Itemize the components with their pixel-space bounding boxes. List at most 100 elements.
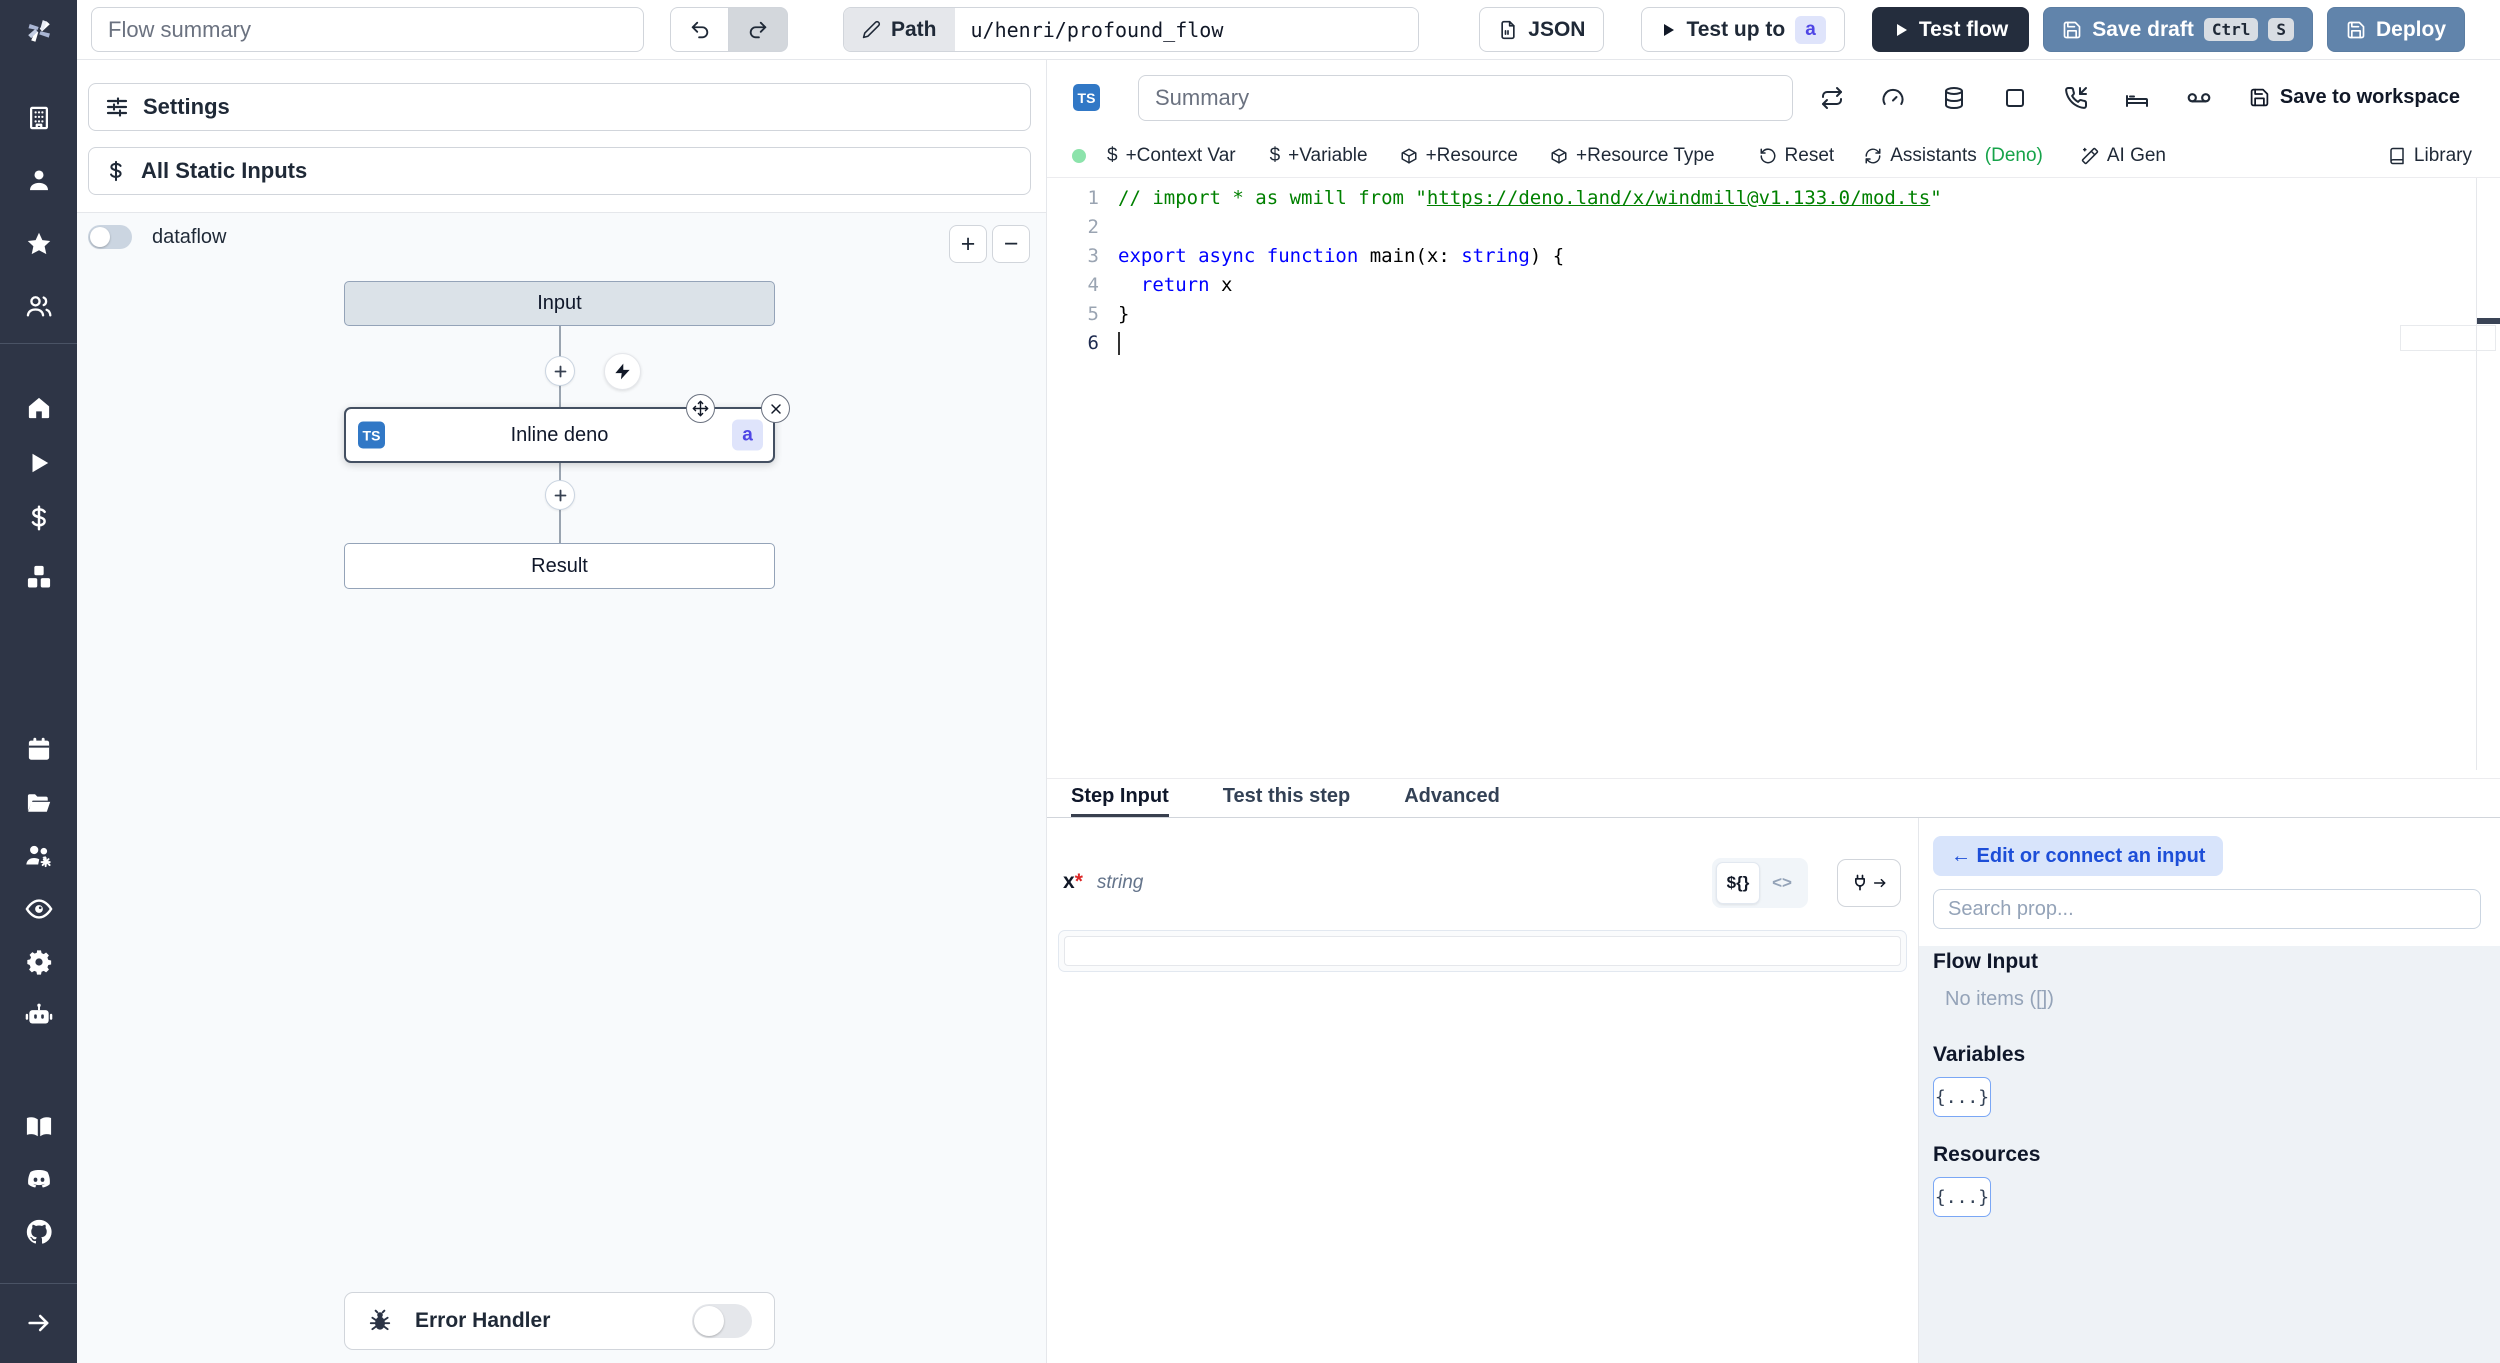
line-number: 5 <box>1087 303 1099 325</box>
edit-path-button[interactable]: Path <box>844 8 955 51</box>
undo-button[interactable] <box>670 7 729 52</box>
retries-icon[interactable] <box>1820 86 1844 110</box>
add-context-var-button[interactable]: $ +Context Var <box>1107 145 1236 167</box>
variables-object-button[interactable]: {...} <box>1933 1077 1991 1117</box>
test-up-to-button[interactable]: Test up to a <box>1641 7 1845 52</box>
all-static-inputs-button[interactable]: All Static Inputs <box>88 147 1031 195</box>
minimap-viewport[interactable] <box>2400 325 2496 351</box>
play-icon[interactable] <box>26 450 52 476</box>
eye-icon[interactable] <box>24 895 53 924</box>
add-resource-button[interactable]: +Resource <box>1400 145 1518 167</box>
save-to-workspace-button[interactable]: Save to workspace <box>2249 86 2460 109</box>
github-icon[interactable] <box>24 1218 53 1247</box>
expr-mode-button[interactable]: ${} <box>1716 862 1760 904</box>
building-icon[interactable] <box>25 105 52 132</box>
flow-summary-input[interactable] <box>91 7 644 52</box>
code-line[interactable]: 1 // import * as wmill from "https://deno… <box>1047 184 2500 213</box>
boxes-icon[interactable] <box>25 563 53 591</box>
code-editor[interactable]: 1 // import * as wmill from "https://deno… <box>1047 178 2500 770</box>
test-flow-button[interactable]: Test flow <box>1871 7 2030 52</box>
code-line[interactable]: 4 return x <box>1047 271 2500 300</box>
line-number: 4 <box>1087 274 1099 296</box>
tab-step-input[interactable]: Step Input <box>1071 779 1169 817</box>
cache-database-icon[interactable] <box>1942 86 1966 110</box>
bug-icon <box>369 1309 391 1331</box>
reset-label: Reset <box>1784 145 1835 166</box>
code-line[interactable]: 6 <box>1047 329 2500 358</box>
windmill-logo[interactable] <box>0 0 77 60</box>
ai-gen-button[interactable]: AI Gen <box>2081 145 2166 167</box>
concurrency-gauge-icon[interactable] <box>1881 86 1905 110</box>
play-icon <box>1896 23 1907 36</box>
mock-square-icon[interactable] <box>2003 86 2027 110</box>
step-summary-input[interactable] <box>1138 74 1793 121</box>
code-line[interactable]: 3 export async function main(x: string) { <box>1047 242 2500 271</box>
redo-button[interactable] <box>729 7 788 52</box>
code-mode-button[interactable]: <> <box>1760 862 1804 904</box>
add-step-button[interactable] <box>545 356 575 386</box>
gear-icon[interactable] <box>25 948 53 976</box>
suspend-phone-icon[interactable] <box>2064 86 2088 110</box>
save-icon <box>2347 21 2365 38</box>
plug-icon <box>1855 874 1865 891</box>
calendar-icon[interactable] <box>25 736 52 763</box>
user-icon[interactable] <box>25 167 52 194</box>
search-prop-input[interactable] <box>1933 889 2481 929</box>
save-draft-button[interactable]: Save draft Ctrl S <box>2043 7 2313 52</box>
windmill-flow-editor: Path u/henri/profound_flow JSON Test up … <box>0 0 2500 1363</box>
connect-panel: ← Edit or connect an input Flow Input No… <box>1918 818 2500 1363</box>
users-gear-icon[interactable] <box>24 842 53 871</box>
assistants-lang-label: (Deno) <box>1984 145 2043 166</box>
assistants-button[interactable]: Assistants (Deno) <box>1864 145 2043 167</box>
reset-button[interactable]: Reset <box>1759 145 1835 167</box>
flow-result-node[interactable]: Result <box>344 543 775 589</box>
tab-advanced[interactable]: Advanced <box>1404 779 1500 817</box>
code-line[interactable]: 2 <box>1047 213 2500 242</box>
home-icon[interactable] <box>25 395 52 422</box>
lifetime-voicemail-icon[interactable] <box>2186 85 2212 111</box>
sleep-bed-icon[interactable] <box>2125 86 2149 110</box>
dataflow-toggle[interactable] <box>88 225 132 249</box>
star-icon[interactable] <box>25 231 52 258</box>
tab-test-this-step[interactable]: Test this step <box>1223 779 1350 817</box>
users-icon[interactable] <box>25 292 53 320</box>
add-resource-type-button[interactable]: +Resource Type <box>1550 145 1715 167</box>
error-handler-label: Error Handler <box>415 1309 551 1332</box>
add-context-var-label: +Context Var <box>1125 145 1236 166</box>
zoom-in-button[interactable]: + <box>949 225 987 263</box>
add-variable-button[interactable]: $ +Variable <box>1270 145 1368 167</box>
delete-step-button[interactable] <box>761 394 790 423</box>
path-value[interactable]: u/henri/profound_flow <box>954 8 1418 51</box>
deploy-label: Deploy <box>2375 17 2446 41</box>
zoom-out-button[interactable]: − <box>992 225 1030 263</box>
dollar-sign-icon: $ <box>1107 145 1118 166</box>
connect-input-button[interactable] <box>1837 859 1901 907</box>
robot-icon[interactable] <box>24 1001 53 1030</box>
folder-open-icon[interactable] <box>25 789 53 817</box>
add-step-button[interactable] <box>545 480 575 510</box>
move-step-button[interactable] <box>686 394 715 423</box>
add-trigger-button[interactable] <box>604 353 641 390</box>
library-button[interactable]: Library <box>2388 145 2472 167</box>
edit-or-connect-button[interactable]: ← Edit or connect an input <box>1933 836 2224 876</box>
flow-settings-button[interactable]: Settings <box>88 83 1031 131</box>
dollar-sign-icon[interactable] <box>25 505 52 532</box>
flow-input-node[interactable]: Input <box>344 281 775 326</box>
resources-object-button[interactable]: {...} <box>1933 1177 1991 1217</box>
save-to-workspace-label: Save to workspace <box>2279 86 2460 108</box>
rotate-ccw-icon <box>1760 148 1776 164</box>
arg-value-input[interactable] <box>1064 936 1901 966</box>
error-handler-box[interactable]: Error Handler <box>344 1292 775 1350</box>
refresh-icon <box>1865 148 1881 164</box>
deploy-button[interactable]: Deploy <box>2326 7 2465 52</box>
flow-settings-label: Settings <box>143 94 230 119</box>
arrow-right-icon[interactable] <box>25 1309 53 1337</box>
discord-icon[interactable] <box>24 1165 54 1195</box>
add-resource-type-label: +Resource Type <box>1576 145 1715 166</box>
required-mark: * <box>1074 870 1083 893</box>
book-open-icon[interactable] <box>24 1113 53 1142</box>
code-line[interactable]: 5} <box>1047 300 2500 329</box>
error-handler-toggle[interactable] <box>692 1304 752 1338</box>
json-button[interactable]: JSON <box>1479 7 1605 52</box>
arg-name-label: x <box>1063 870 1075 893</box>
